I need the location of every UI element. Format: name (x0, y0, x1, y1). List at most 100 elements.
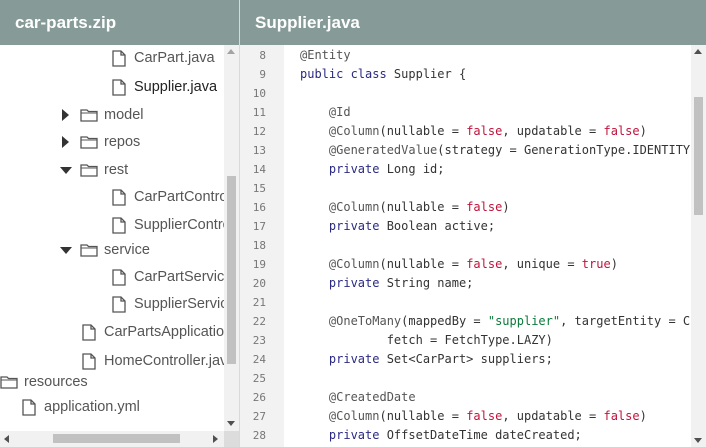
code-token: false (603, 409, 640, 423)
tree-file-item[interactable]: CarPartService.java (112, 266, 239, 288)
tree-file-item[interactable]: SupplierService.java (112, 293, 239, 315)
file-icon (112, 188, 126, 206)
code-token: @Column (300, 124, 380, 138)
file-icon (112, 78, 126, 96)
editor-file-title: Supplier.java (240, 0, 706, 45)
code-view[interactable]: @Entity public class Supplier { @Id @Colu… (284, 45, 690, 447)
code-line: private Long id; (300, 160, 445, 179)
tree-file-item[interactable]: HomeController.java (82, 350, 235, 372)
tree-file-item[interactable]: CarPart.java (112, 47, 215, 69)
scrollbar-thumb[interactable] (227, 176, 236, 364)
folder-icon (80, 163, 98, 177)
folder-icon (80, 108, 98, 122)
file-tree-vertical-scrollbar[interactable] (224, 45, 239, 431)
code-token: private (300, 428, 387, 442)
tree-file-item[interactable]: SupplierController.java (112, 214, 239, 236)
scroll-up-arrow-icon[interactable] (694, 49, 702, 54)
tree-file-item[interactable]: CarPartsApplication.java (82, 321, 239, 343)
scroll-down-arrow-icon[interactable] (694, 438, 702, 443)
code-token: private (300, 162, 387, 176)
line-number: 19 (252, 258, 266, 271)
caret-down-icon[interactable] (60, 244, 72, 256)
code-line: public class Supplier { (300, 65, 466, 84)
code-token: "supplier" (487, 314, 561, 328)
code-token: Set<CarPart> suppliers; (386, 352, 553, 366)
file-icon (112, 49, 126, 67)
file-icon (22, 398, 36, 416)
line-number: 21 (252, 296, 266, 309)
code-token: , targetEntity = CarPart.class, (560, 314, 690, 328)
scroll-left-arrow-icon[interactable] (4, 435, 9, 443)
code-token: OffsetDateTime dateCreated; (386, 428, 582, 442)
code-token: private (300, 276, 387, 290)
file-icon (82, 352, 96, 370)
scrollbar-thumb[interactable] (694, 97, 703, 215)
code-token: ) (639, 409, 647, 423)
line-number: 10 (252, 87, 266, 100)
scrollbar-corner (224, 431, 239, 447)
code-line: @Entity (300, 46, 351, 65)
code-token: false (466, 257, 503, 271)
editor-vertical-scrollbar[interactable] (691, 45, 706, 447)
tree-folder-item[interactable]: rest (60, 159, 128, 181)
code-line: @OneToMany(mappedBy = "supplier", target… (300, 312, 690, 331)
code-line: @GeneratedValue(strategy = GenerationTyp… (300, 141, 690, 160)
code-token: private (300, 352, 387, 366)
code-token: , unique = (502, 257, 582, 271)
tree-item-label: repos (104, 134, 141, 150)
caret-right-icon[interactable] (60, 109, 72, 121)
line-number: 26 (252, 391, 266, 404)
tree-folder-item[interactable]: resources (0, 371, 88, 393)
code-line: @CreatedDate (300, 388, 416, 407)
code-token: (mappedBy = (401, 314, 488, 328)
code-editor-pane: 8 9 10 11 12 13 14 15 16 17 18 19 20 21 22 23 24 25 26 27 28… (240, 0, 706, 447)
code-token: false (466, 124, 503, 138)
file-icon (82, 323, 96, 341)
tree-file-item[interactable]: Supplier.java (112, 76, 217, 98)
tree-folder-item[interactable]: repos (60, 131, 140, 153)
code-token: false (466, 409, 503, 423)
line-number: 20 (252, 277, 266, 290)
code-token: Boolean active; (386, 219, 496, 233)
line-number: 15 (252, 182, 266, 195)
line-number: 12 (252, 125, 266, 138)
scroll-right-arrow-icon[interactable] (213, 435, 218, 443)
tree-file-item[interactable]: application.yml (22, 396, 140, 418)
tree-item-label: application.yml (44, 399, 140, 415)
file-tree-horizontal-scrollbar[interactable] (0, 431, 224, 447)
code-token: ) (610, 257, 618, 271)
scrollbar-thumb[interactable] (53, 434, 180, 443)
code-token: (nullable = (379, 409, 467, 423)
tree-file-item[interactable]: CarPartController.java (112, 186, 239, 208)
file-icon (112, 268, 126, 286)
caret-right-icon[interactable] (60, 136, 72, 148)
file-icon (112, 216, 126, 234)
line-number: 13 (252, 144, 266, 157)
code-token: (strategy = GenerationType.IDENTITY) (437, 143, 690, 157)
scroll-up-arrow-icon[interactable] (227, 49, 235, 54)
code-line: fetch = FetchType.LAZY) (300, 331, 553, 350)
scroll-down-arrow-icon[interactable] (227, 421, 235, 426)
tree-folder-item[interactable]: service (60, 239, 150, 261)
tree-item-label: model (104, 107, 144, 123)
line-number-gutter: 8 9 10 11 12 13 14 15 16 17 18 19 20 21 22 23 24 25 26 27 28 (240, 45, 284, 447)
line-number: 16 (252, 201, 266, 214)
code-line: @Column(nullable = false, updatable = fa… (300, 122, 647, 141)
code-line: private Boolean active; (300, 217, 495, 236)
code-line: private OffsetDateTime dateCreated; (300, 426, 582, 445)
file-tree-pane: CarPart.java Supplier.java model repos rest C… (0, 0, 239, 447)
tree-item-label: resources (24, 374, 88, 390)
code-token: String name; (386, 276, 474, 290)
code-token: (nullable = (379, 257, 467, 271)
line-number: 18 (252, 239, 266, 252)
line-number: 11 (252, 106, 266, 119)
line-number: 27 (252, 410, 266, 423)
caret-down-icon[interactable] (60, 164, 72, 176)
tree-folder-item[interactable]: model (60, 104, 144, 126)
code-line: private Set<CarPart> suppliers; (300, 350, 553, 369)
tree-item-label: Supplier.java (134, 79, 218, 95)
code-token: , updatable = (502, 409, 604, 423)
tree-item-label: CarPart.java (134, 50, 215, 66)
code-token: @Entity (300, 48, 351, 62)
code-token: public class (300, 67, 394, 81)
